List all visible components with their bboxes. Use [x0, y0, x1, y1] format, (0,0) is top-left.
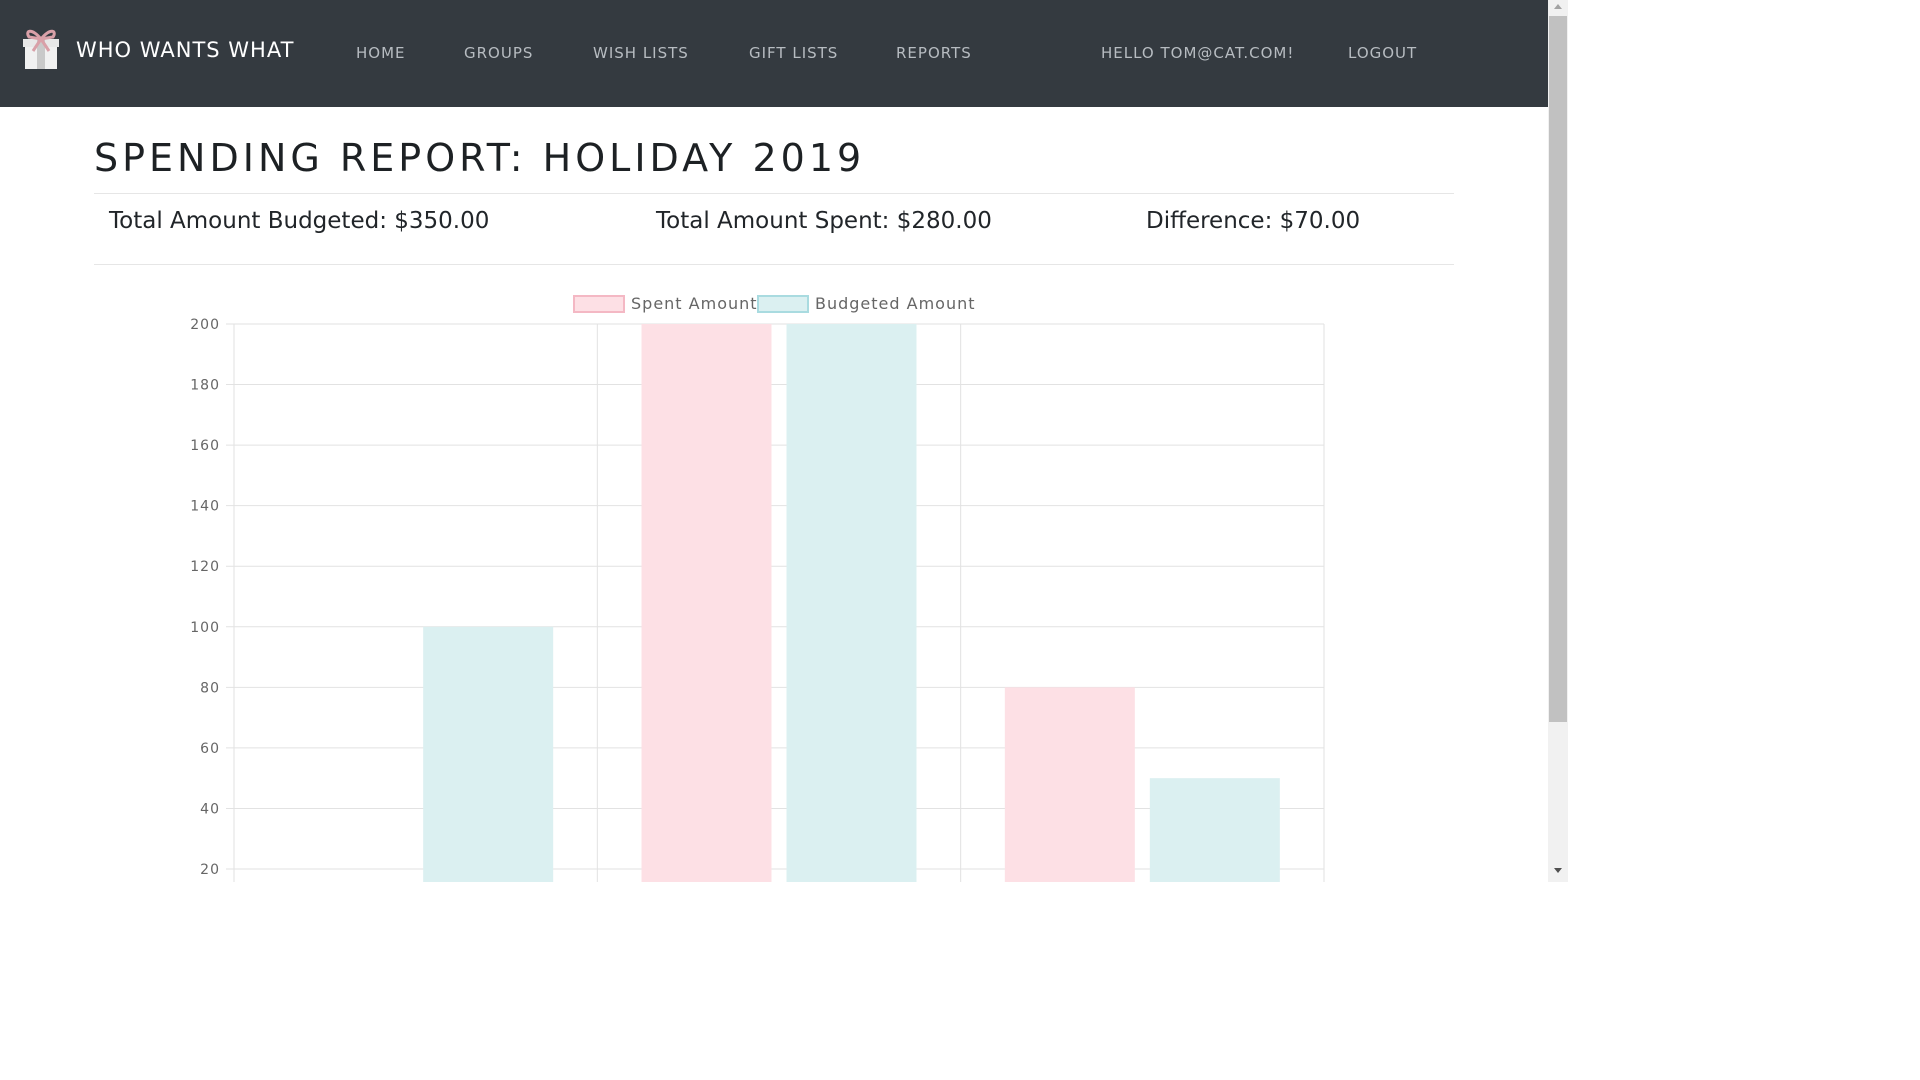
budgeted-bar	[1149, 778, 1280, 882]
gift-icon	[23, 29, 59, 69]
y-tick-label: 100	[190, 620, 220, 636]
scroll-thumb[interactable]	[1549, 16, 1567, 722]
top-navbar: WHO WANTS WHAT HOME GROUPS WISH LISTS GI…	[0, 0, 1548, 107]
nav-logout[interactable]: LOGOUT	[1348, 44, 1417, 62]
difference: Difference: $70.00	[1146, 208, 1361, 234]
nav-home[interactable]: HOME	[356, 44, 406, 62]
y-tick-label: 20	[200, 862, 220, 878]
legend-spent-label: Spent Amount	[631, 294, 758, 313]
brand-name[interactable]: WHO WANTS WHAT	[76, 38, 294, 62]
total-budgeted: Total Amount Budgeted: $350.00	[109, 208, 490, 234]
spent-bar	[1004, 687, 1135, 882]
budgeted-bar	[786, 324, 917, 882]
y-tick-label: 120	[190, 559, 220, 575]
nav-wish-lists[interactable]: WISH LISTS	[593, 44, 689, 62]
divider	[94, 264, 1454, 265]
y-tick-label: 200	[190, 317, 220, 333]
budgeted-bar	[423, 626, 554, 882]
total-spent: Total Amount Spent: $280.00	[656, 208, 992, 234]
legend-budgeted-swatch	[757, 295, 809, 313]
user-greeting[interactable]: HELLO TOM@CAT.COM!	[1101, 44, 1294, 62]
y-tick-label: 80	[200, 680, 220, 696]
y-tick-label: 160	[190, 438, 220, 454]
nav-reports[interactable]: REPORTS	[896, 44, 972, 62]
legend-budgeted-label: Budgeted Amount	[815, 294, 976, 313]
vertical-scrollbar[interactable]	[1548, 0, 1568, 882]
nav-groups[interactable]: GROUPS	[464, 44, 533, 62]
scroll-down-arrow-icon[interactable]	[1554, 868, 1562, 873]
y-tick-label: 40	[200, 801, 220, 817]
page-title: SPENDING REPORT: HOLIDAY 2019	[94, 136, 866, 180]
divider	[94, 193, 1454, 194]
y-tick-label: 140	[190, 499, 220, 515]
spent-bar	[641, 324, 772, 882]
nav-gift-lists[interactable]: GIFT LISTS	[749, 44, 838, 62]
legend-spent-swatch	[573, 295, 625, 313]
y-tick-label: 60	[200, 741, 220, 757]
spending-bar-chart: 20 40 60 80 100 120 140 160 180 200 Spent Amount Bu…	[190, 294, 1325, 882]
y-tick-label: 180	[190, 378, 220, 394]
scroll-up-arrow-icon[interactable]	[1554, 4, 1562, 9]
